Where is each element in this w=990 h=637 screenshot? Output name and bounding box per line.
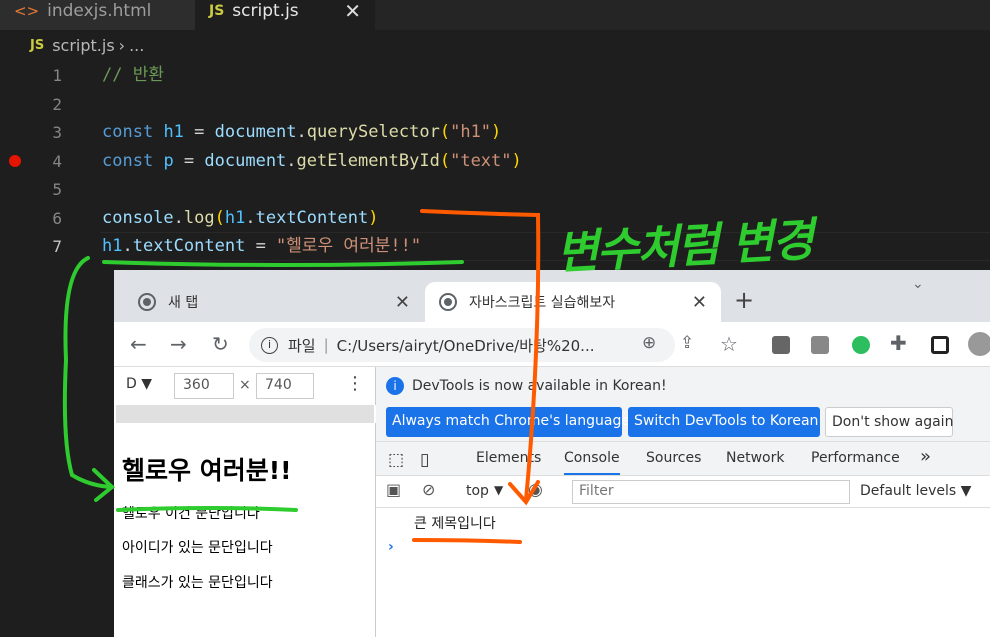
arrow-head (508, 480, 540, 506)
underline-mark (412, 538, 522, 544)
underline-mark (102, 260, 464, 267)
underline-mark (116, 506, 298, 512)
arrow-line (420, 209, 541, 502)
arrow-line (62, 256, 114, 489)
handwritten-note: 변수처럼 변경 (554, 212, 814, 280)
annotation-overlay (62, 209, 541, 544)
